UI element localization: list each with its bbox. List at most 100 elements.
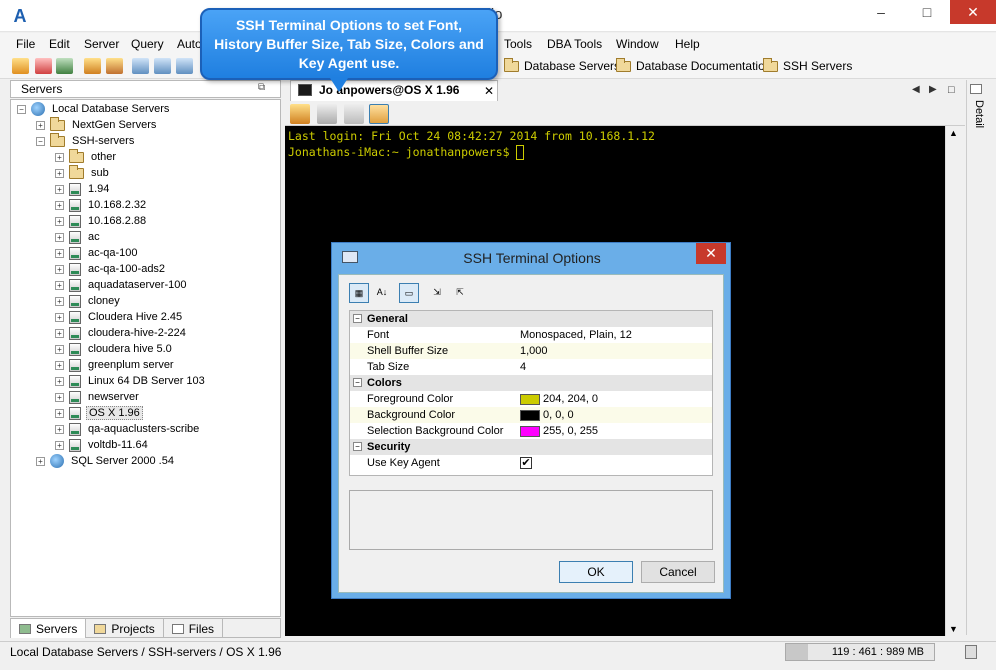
collapse-icon[interactable]: − — [17, 104, 26, 114]
compare-icon[interactable] — [154, 58, 171, 74]
bookmark-database-documentation[interactable]: Database Documentation — [616, 57, 771, 73]
collapse-icon[interactable]: − — [353, 442, 362, 451]
tree-item[interactable]: + voltdb-11.64 — [55, 437, 150, 453]
menu-query[interactable]: Query — [131, 37, 164, 51]
menu-automation[interactable]: Auto — [177, 37, 202, 51]
property-value[interactable]: 255, 0, 255 — [520, 425, 598, 437]
paste-icon[interactable] — [317, 104, 337, 124]
expand-icon[interactable]: + — [55, 424, 64, 434]
expand-icon[interactable]: + — [55, 152, 64, 162]
expand-icon[interactable]: + — [55, 408, 64, 418]
property-category[interactable]: − Security — [350, 439, 712, 455]
cancel-button[interactable]: Cancel — [641, 561, 715, 583]
bookmark-database-servers[interactable]: Database Servers — [504, 57, 620, 73]
find-text-icon[interactable] — [344, 104, 364, 124]
expand-icon[interactable]: + — [55, 440, 64, 450]
property-value[interactable]: Monospaced, Plain, 12 — [520, 329, 632, 341]
detail-tab[interactable]: Detail — [967, 100, 985, 128]
tree-item[interactable]: + qa-aquaclusters-scribe — [55, 421, 201, 437]
property-value[interactable]: 4 — [520, 361, 526, 373]
expand-all-icon[interactable]: ⇲ — [427, 283, 447, 303]
tree-item[interactable]: + ac-qa-100 — [55, 245, 140, 261]
property-value[interactable]: 204, 204, 0 — [520, 393, 598, 405]
property-category[interactable]: − General — [350, 311, 712, 327]
menu-help[interactable]: Help — [675, 37, 700, 51]
close-tab-icon[interactable]: ✕ — [484, 84, 494, 98]
property-row[interactable]: Use Key Agent ✔ — [350, 455, 712, 471]
tree-item[interactable]: + other — [55, 148, 118, 165]
tree-item[interactable]: + Cloudera Hive 2.45 — [55, 309, 184, 325]
description-toggle-icon[interactable]: ▭ — [399, 283, 419, 303]
find-icon[interactable] — [176, 58, 193, 74]
property-value[interactable]: 1,000 — [520, 345, 548, 357]
terminal-scrollbar[interactable] — [945, 126, 962, 636]
color-swatch[interactable] — [520, 425, 540, 437]
tab-servers[interactable]: Servers — [11, 619, 87, 638]
maximize-editor-icon[interactable]: □ — [948, 84, 955, 96]
tree-item[interactable]: + NextGen Servers — [36, 116, 158, 133]
scroll-down-icon[interactable]: ▼ — [949, 624, 958, 634]
script-icon[interactable] — [106, 58, 123, 74]
expand-icon[interactable]: + — [55, 296, 64, 306]
ok-button[interactable]: OK — [559, 561, 633, 583]
tree-item[interactable]: + sub — [55, 164, 111, 181]
maximize-button[interactable]: □ — [904, 0, 950, 24]
expand-icon[interactable]: + — [55, 200, 64, 210]
property-row[interactable]: Selection Background Color 255, 0, 255 — [350, 423, 712, 439]
tree-item[interactable]: +10.168.2.88 — [55, 213, 148, 229]
expand-icon[interactable]: + — [55, 280, 64, 290]
menu-tools[interactable]: Tools — [504, 37, 532, 51]
property-row[interactable]: Background Color 0, 0, 0 — [350, 407, 712, 423]
collapse-all-icon[interactable]: ⇱ — [450, 283, 470, 303]
scroll-up-icon[interactable]: ▲ — [949, 128, 958, 138]
expand-icon[interactable]: + — [36, 120, 45, 130]
expand-icon[interactable]: + — [55, 376, 64, 386]
property-row[interactable]: Font Monospaced, Plain, 12 — [350, 327, 712, 343]
garbage-collect-icon[interactable] — [965, 645, 977, 659]
register-server-icon[interactable] — [56, 58, 73, 74]
restore-panel-icon[interactable]: ⧉ — [258, 82, 270, 94]
collapse-icon[interactable]: − — [353, 314, 362, 323]
expand-icon[interactable]: + — [55, 168, 64, 178]
tree-item[interactable]: + cloney — [55, 293, 122, 309]
expand-icon[interactable]: + — [55, 360, 64, 370]
tab-left-icon[interactable]: ◀ — [912, 84, 920, 95]
reconnect-icon[interactable] — [290, 104, 310, 124]
tab-files[interactable]: Files — [164, 619, 224, 638]
tree-item[interactable]: + cloudera-hive-2-224 — [55, 325, 188, 341]
tree-item[interactable]: + Linux 64 DB Server 103 — [55, 373, 207, 389]
color-swatch[interactable] — [520, 393, 540, 405]
expand-icon[interactable]: + — [55, 392, 64, 402]
tab-projects[interactable]: Projects — [86, 619, 164, 638]
color-swatch[interactable] — [520, 409, 540, 421]
menu-server[interactable]: Server — [84, 37, 119, 51]
property-row[interactable]: Foreground Color 204, 204, 0 — [350, 391, 712, 407]
expand-icon[interactable]: + — [55, 184, 64, 194]
tree-item[interactable]: − Local Database Servers — [17, 101, 171, 117]
tree-item[interactable]: + ac — [55, 229, 102, 245]
bookmark-ssh-servers[interactable]: SSH Servers — [763, 57, 852, 73]
expand-icon[interactable]: + — [55, 344, 64, 354]
collapse-icon[interactable]: − — [36, 136, 45, 146]
expand-icon[interactable]: + — [36, 456, 45, 466]
dialog-close-button[interactable]: ✕ — [696, 243, 726, 264]
terminal-options-icon[interactable] — [369, 104, 389, 124]
editor-tab-ssh[interactable]: Jo anpowers@OS X 1.96 — [290, 80, 498, 101]
property-row[interactable]: Shell Buffer Size 1,000 — [350, 343, 712, 359]
collapse-icon[interactable]: − — [353, 378, 362, 387]
property-category[interactable]: − Colors — [350, 375, 712, 391]
expand-icon[interactable]: + — [55, 216, 64, 226]
tab-right-icon[interactable]: ▶ — [929, 84, 937, 95]
tree-item[interactable]: +1.94 — [55, 181, 111, 197]
tree-item[interactable]: + SQL Server 2000 .54 — [36, 453, 176, 469]
tree-item[interactable]: + newserver — [55, 389, 141, 405]
expand-icon[interactable]: + — [55, 232, 64, 242]
use-key-agent-checkbox[interactable]: ✔ — [520, 457, 532, 469]
menu-edit[interactable]: Edit — [49, 37, 70, 51]
window-close-button[interactable]: ✕ — [950, 0, 996, 24]
tree-item[interactable]: + cloudera hive 5.0 — [55, 341, 174, 357]
tree-item[interactable]: + greenplum server — [55, 357, 176, 373]
expand-icon[interactable]: + — [55, 248, 64, 258]
property-row[interactable]: Tab Size 4 — [350, 359, 712, 375]
menu-window[interactable]: Window — [616, 37, 659, 51]
